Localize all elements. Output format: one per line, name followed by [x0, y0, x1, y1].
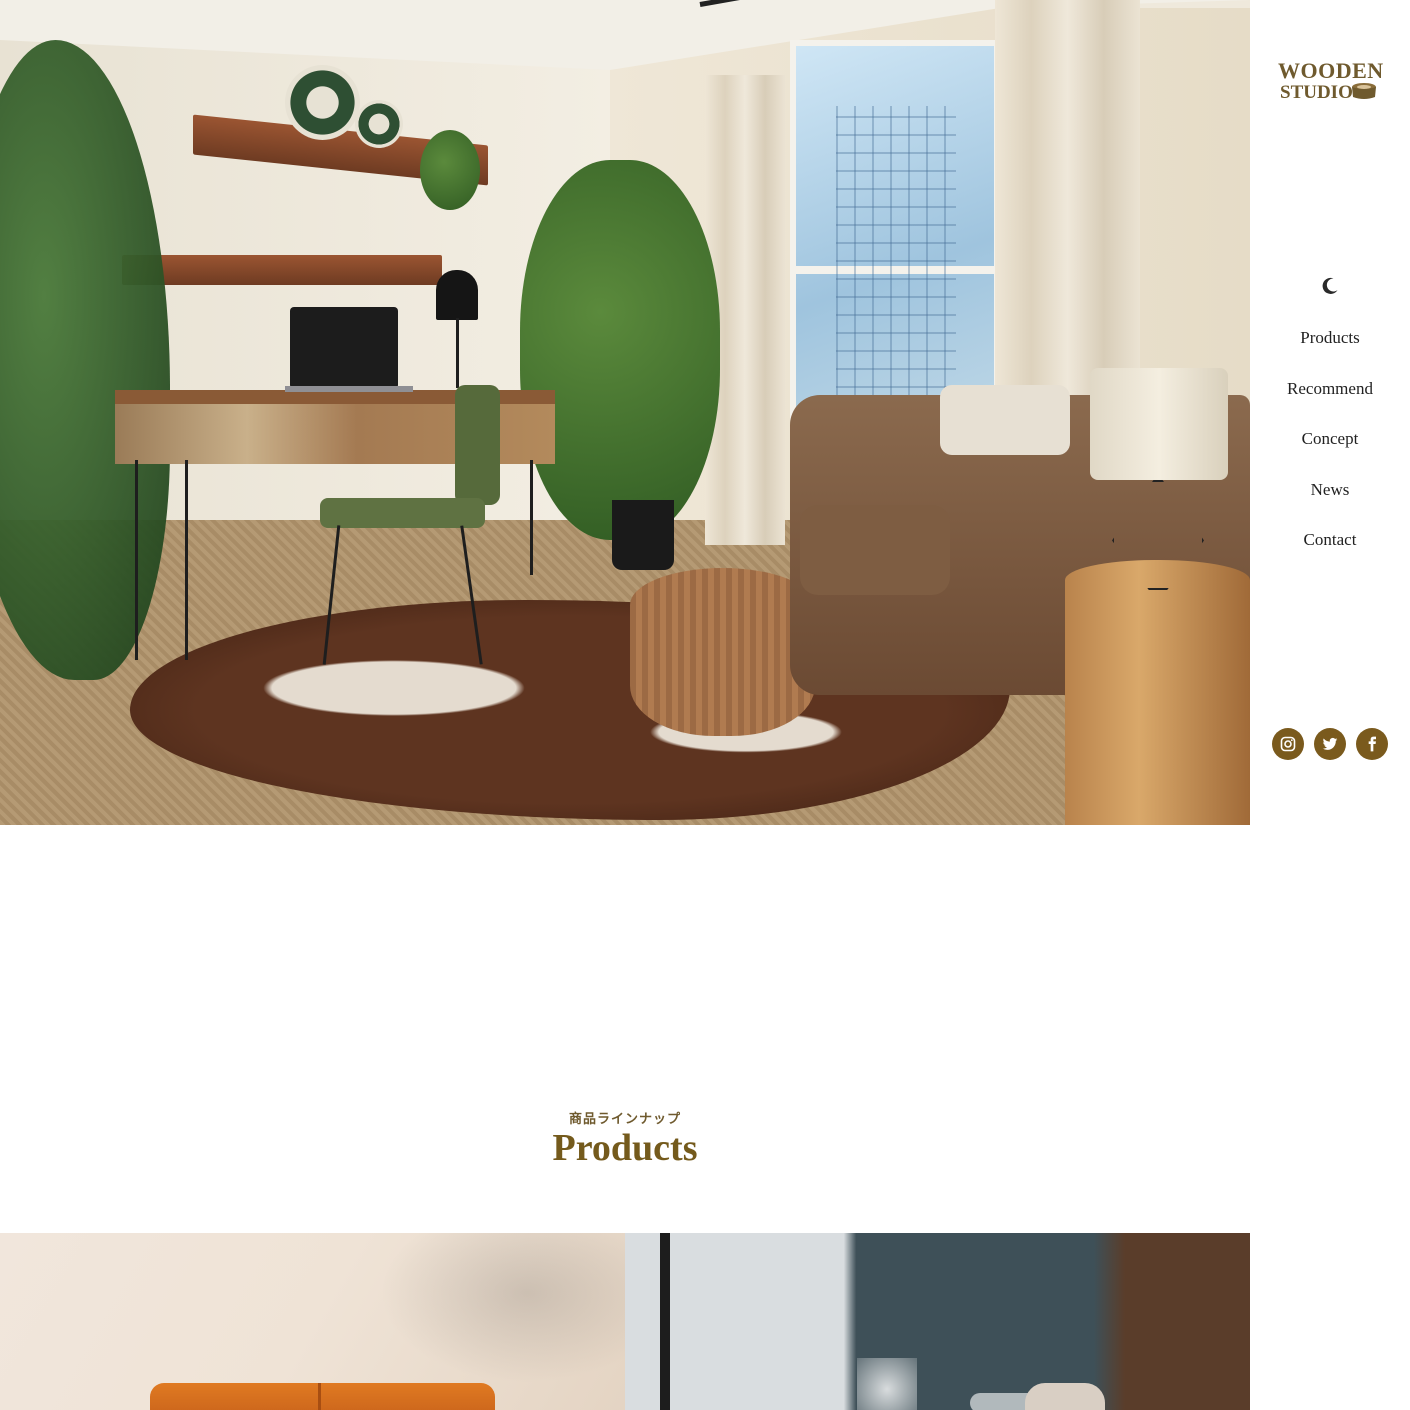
product-card-dining[interactable]	[625, 1233, 1250, 1410]
stump-logo-icon	[1352, 83, 1376, 99]
sofa-seam	[318, 1383, 321, 1410]
decor-basket	[285, 65, 360, 140]
laptop	[290, 307, 398, 389]
table-lamp-shade	[1090, 368, 1228, 480]
facebook-icon[interactable]	[1356, 728, 1388, 760]
desk-leg	[185, 460, 188, 660]
laptop-base	[285, 386, 413, 392]
stump-side-table	[1065, 560, 1250, 825]
chair-seat	[320, 498, 485, 528]
desk-leg	[530, 460, 533, 575]
window-building	[836, 106, 956, 406]
desk-leg	[135, 460, 138, 660]
hero-image	[0, 0, 1250, 825]
twitter-icon[interactable]	[1314, 728, 1346, 760]
main-nav: Products Recommend Concept News Contact	[1250, 325, 1410, 578]
section-title: Products	[552, 1127, 698, 1169]
orange-sofa	[150, 1383, 495, 1410]
curtain	[995, 0, 1140, 400]
dining-chair	[1025, 1383, 1105, 1410]
brand-line1: WOODEN	[1278, 58, 1384, 83]
sofa-cushion	[800, 505, 950, 595]
sofa-pillow	[940, 385, 1070, 455]
moon-icon[interactable]	[1319, 275, 1341, 297]
nav-products[interactable]: Products	[1250, 325, 1410, 376]
window	[790, 40, 1000, 420]
shelf	[122, 255, 442, 285]
decor-basket	[355, 100, 403, 148]
plant-pot	[612, 500, 674, 570]
section-subtitle: 商品ラインナップ	[568, 1112, 681, 1127]
wine-glasses	[857, 1358, 917, 1410]
instagram-icon[interactable]	[1272, 728, 1304, 760]
nav-recommend[interactable]: Recommend	[1250, 376, 1410, 427]
fiddle-leaf-plant	[520, 160, 720, 540]
desk-lamp-stem	[456, 318, 459, 388]
chair-back	[455, 385, 500, 505]
nav-concept[interactable]: Concept	[1250, 426, 1410, 477]
product-card-sofa[interactable]	[0, 1233, 625, 1410]
hanging-plant	[420, 130, 480, 210]
nav-contact[interactable]: Contact	[1250, 527, 1410, 578]
pouf	[630, 568, 815, 736]
desk-lamp	[436, 270, 478, 320]
window-frame	[660, 1233, 670, 1410]
leaf-shadow	[380, 1233, 625, 1383]
nav-news[interactable]: News	[1250, 477, 1410, 528]
